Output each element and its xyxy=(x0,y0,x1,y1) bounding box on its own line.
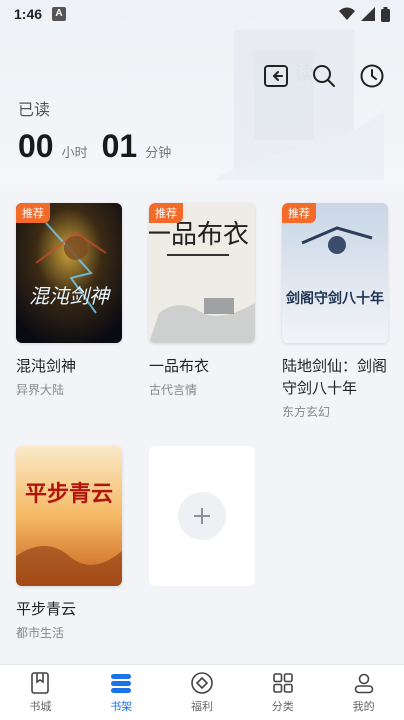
book-item[interactable]: 混沌剑神 推荐 混沌剑神 异界大陆 xyxy=(16,203,122,398)
book-cover[interactable]: 一品布衣 推荐 xyxy=(149,203,255,343)
grid-icon xyxy=(272,673,293,693)
book-item[interactable]: 剑阁守剑八十年 推荐 陆地剑仙：剑阁守剑八十年 东方玄幻 xyxy=(282,203,388,420)
notification-badge: A xyxy=(52,7,67,21)
book-cover[interactable]: 平步青云 xyxy=(16,446,122,586)
add-circle xyxy=(178,492,226,540)
cover-title: 平步青云 xyxy=(25,481,113,507)
book-category: 异界大陆 xyxy=(16,383,65,397)
diamond-icon xyxy=(191,672,213,694)
hours-unit: 小时 xyxy=(61,146,88,161)
tab-label: 书架 xyxy=(110,700,133,713)
book-title: 陆地剑仙：剑阁守剑八十年 xyxy=(282,357,388,397)
shelf-icon xyxy=(111,674,132,693)
book-category: 东方玄幻 xyxy=(282,405,331,419)
read-label: 已读 xyxy=(18,100,51,119)
wifi-icon xyxy=(339,7,355,20)
user-icon xyxy=(354,673,373,694)
reading-time: 00 小时 01 分钟 xyxy=(18,128,185,165)
search-icon xyxy=(313,65,335,87)
status-bar: 1:46 A xyxy=(0,0,404,28)
book-title: 平步青云 xyxy=(16,600,77,618)
tab-bookshelf[interactable]: 书架 xyxy=(81,665,162,720)
cover-title: 剑阁守剑八十年 xyxy=(285,290,384,307)
tab-profile[interactable]: 我的 xyxy=(323,665,404,720)
minutes-unit: 分钟 xyxy=(145,146,172,161)
back-to-shelf-button[interactable] xyxy=(262,62,290,90)
cover-title: 一品布衣 xyxy=(149,220,249,250)
book-icon xyxy=(31,672,50,694)
history-button[interactable] xyxy=(358,62,386,90)
signal-icon xyxy=(361,7,375,21)
minutes-value: 01 xyxy=(101,128,138,164)
book-category: 都市生活 xyxy=(16,626,65,640)
tab-label: 我的 xyxy=(352,700,375,713)
top-actions xyxy=(262,62,386,90)
book-cover[interactable]: 混沌剑神 推荐 xyxy=(16,203,122,343)
tab-label: 福利 xyxy=(190,700,213,713)
tab-bookstore[interactable]: 书城 xyxy=(0,665,81,720)
recommend-tag: 推荐 xyxy=(149,203,183,223)
plus-icon xyxy=(194,508,210,524)
status-time: 1:46 xyxy=(14,6,43,22)
back-to-shelf-icon xyxy=(264,65,288,87)
book-category: 古代言情 xyxy=(149,383,198,397)
bottom-tab-bar: 书城 书架 福利 分类 我的 xyxy=(0,664,404,720)
book-title: 一品布衣 xyxy=(149,357,210,375)
tab-welfare[interactable]: 福利 xyxy=(162,665,243,720)
book-cover[interactable]: 剑阁守剑八十年 推荐 xyxy=(282,203,388,343)
tab-label: 分类 xyxy=(271,700,294,713)
book-title: 混沌剑神 xyxy=(16,357,77,375)
book-item[interactable]: 一品布衣 推荐 一品布衣 古代言情 xyxy=(149,203,255,398)
recommend-tag: 推荐 xyxy=(282,203,316,223)
book-item[interactable]: 平步青云 平步青云 都市生活 xyxy=(16,446,122,641)
hours-value: 00 xyxy=(18,128,54,164)
recommend-tag: 推荐 xyxy=(16,203,50,223)
search-button[interactable] xyxy=(310,62,338,90)
tab-label: 书城 xyxy=(29,700,52,713)
battery-icon xyxy=(381,6,390,22)
decorative-art: 读 xyxy=(214,30,384,180)
tab-category[interactable]: 分类 xyxy=(242,665,323,720)
add-book-button[interactable] xyxy=(149,446,255,586)
cover-title: 混沌剑神 xyxy=(29,284,111,308)
history-clock-icon xyxy=(360,64,384,88)
